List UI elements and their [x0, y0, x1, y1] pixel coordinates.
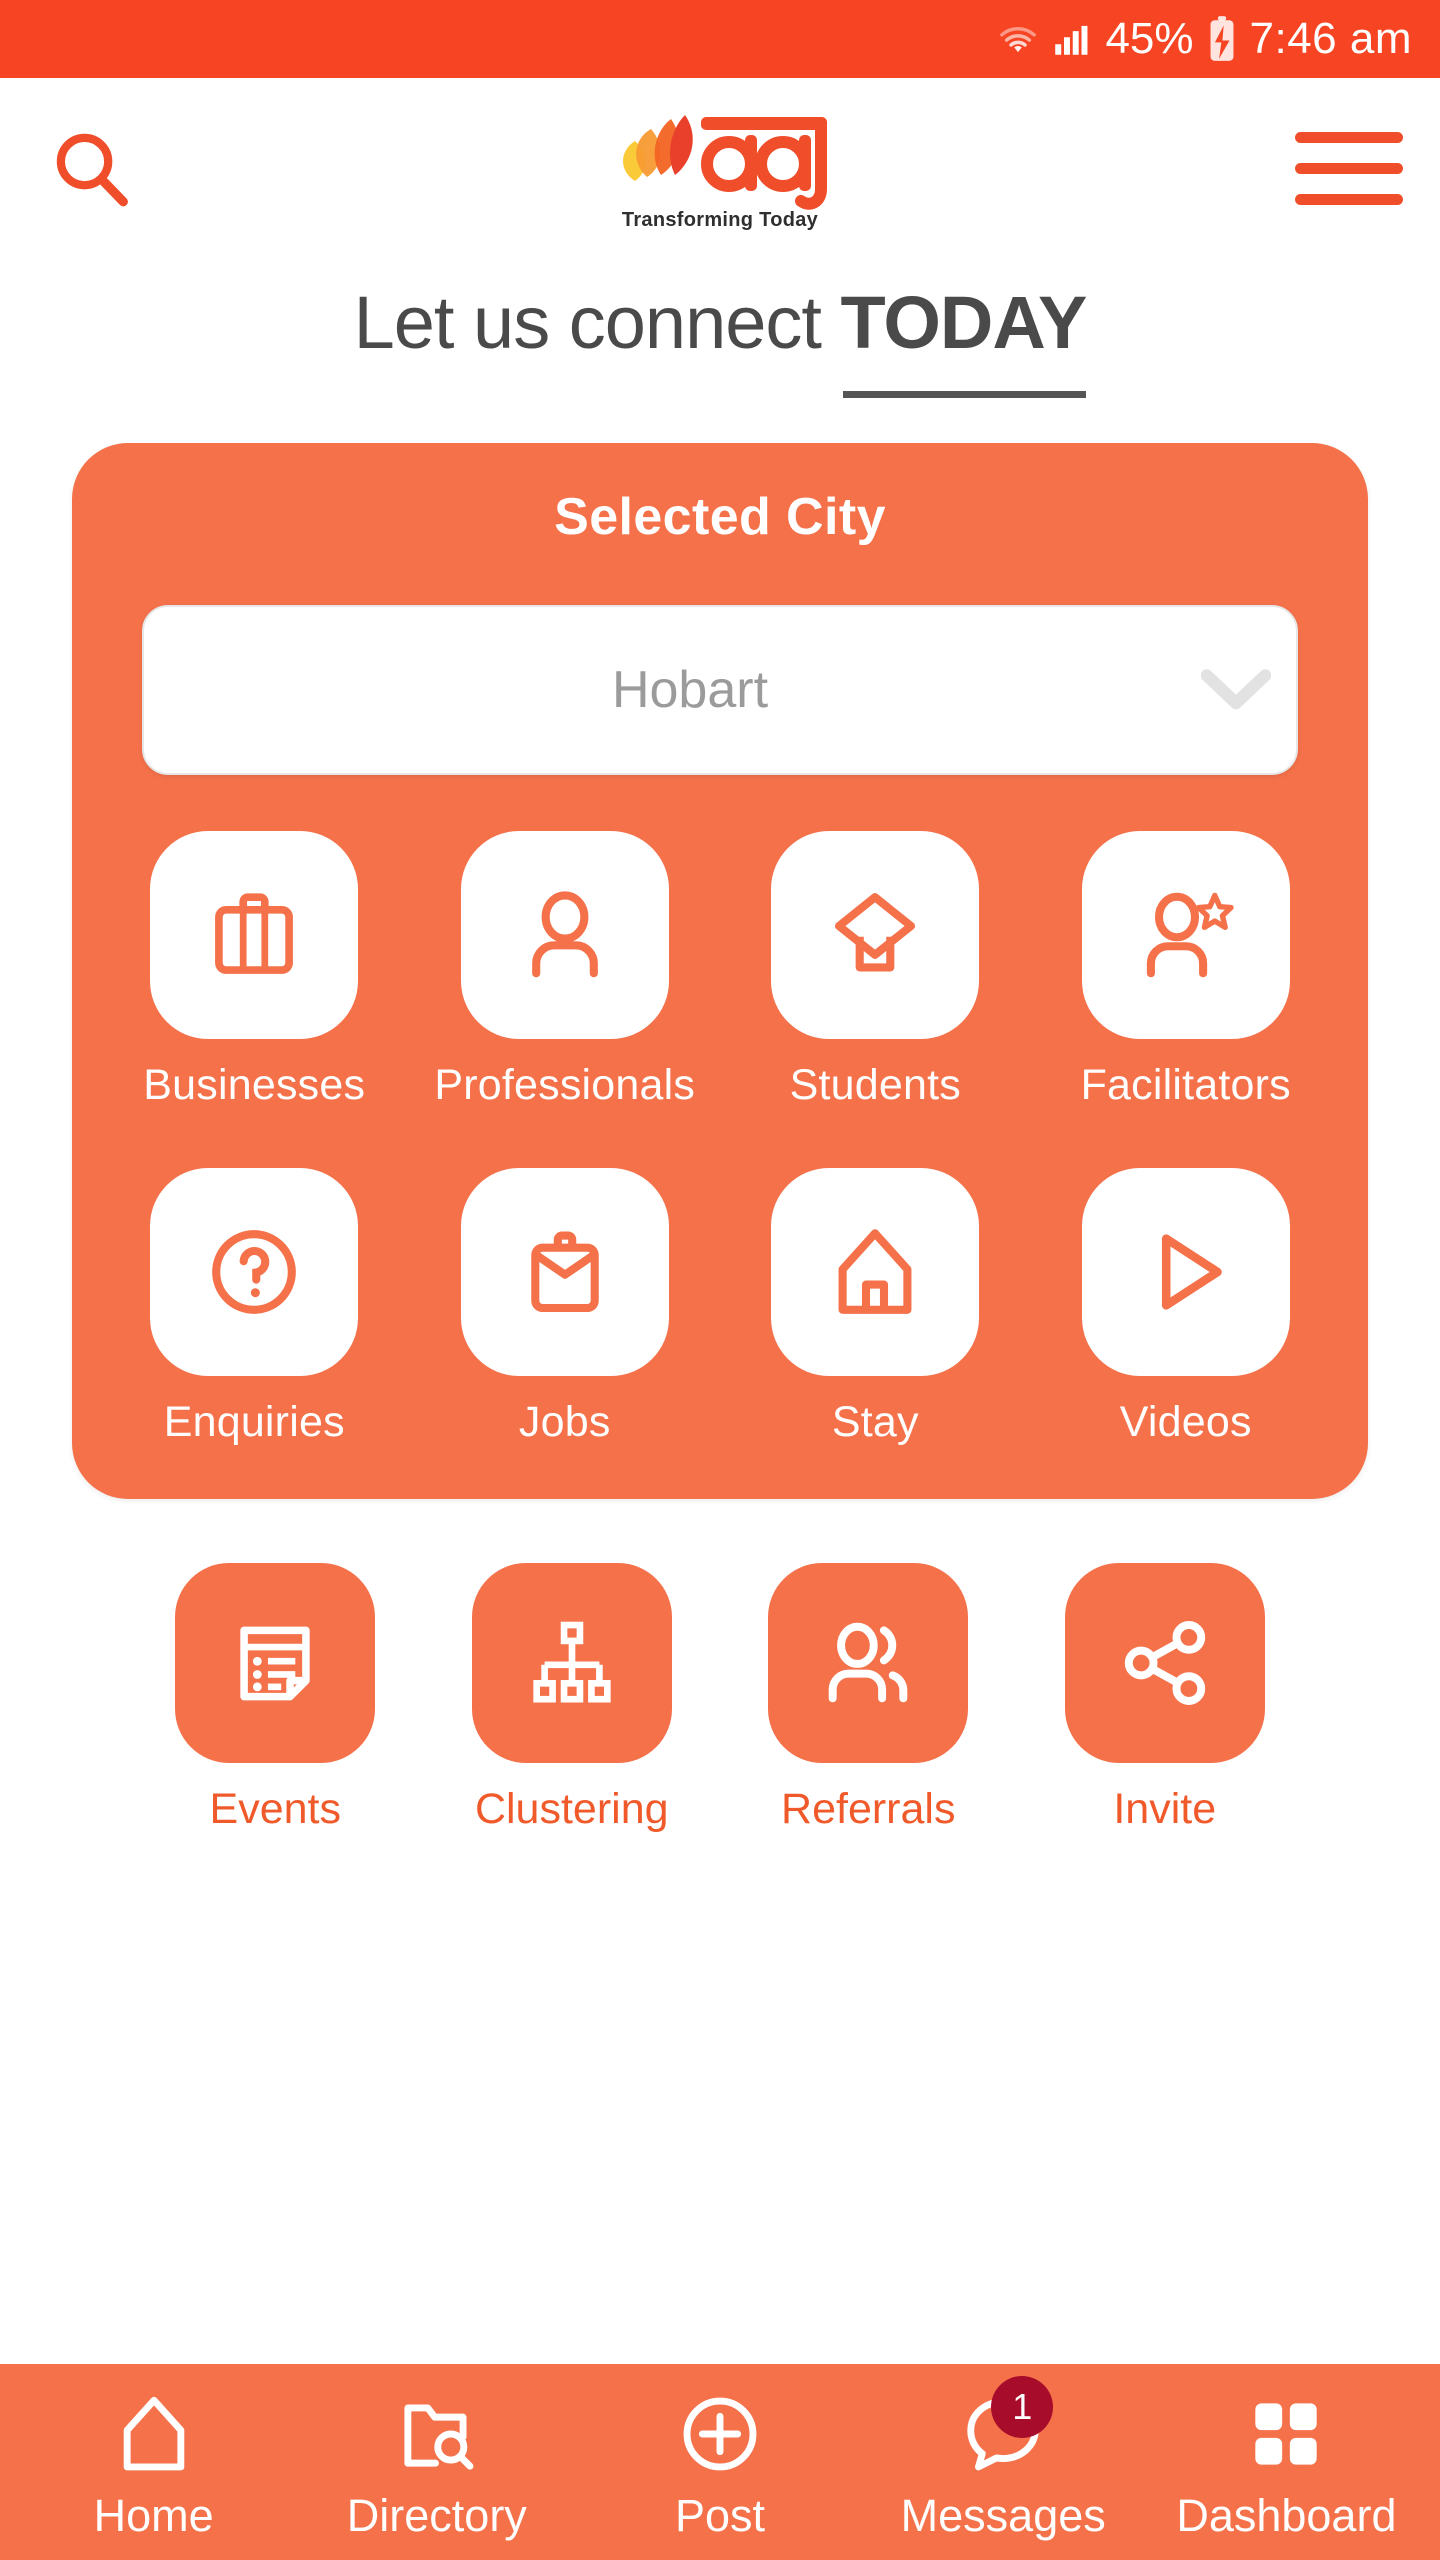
nav-icon-wrap [391, 2382, 483, 2486]
category-tile-box [771, 831, 980, 1039]
category-label: Students [789, 1061, 961, 1109]
selected-city-card: Selected City Hobart Businesses Professi… [72, 443, 1368, 1499]
home-outline-icon [123, 2396, 184, 2471]
org-chart-icon [533, 1621, 611, 1703]
category-tile-box [460, 1168, 669, 1376]
action-invite[interactable]: Invite [1026, 1563, 1305, 1834]
category-label: Stay [831, 1398, 919, 1446]
status-icons [995, 18, 1093, 60]
title-underline [842, 391, 1087, 398]
graduation-cap-icon [835, 893, 916, 972]
logo-tagline: Transforming Today [621, 208, 819, 231]
app-screen: 45% 7:46 am Transforming Today Let us co… [0, 0, 1440, 2560]
action-referrals[interactable]: Referrals [729, 1563, 1008, 1834]
nav-item-dashboard[interactable]: Dashboard [1145, 2382, 1428, 2542]
action-label: Invite [1113, 1785, 1217, 1833]
action-tile-box [1064, 1563, 1265, 1763]
folder-search-icon [404, 2404, 474, 2470]
category-tile-box [150, 1168, 359, 1376]
action-label: Referrals [781, 1785, 956, 1833]
nav-label: Post [674, 2490, 766, 2541]
nav-icon-wrap [1240, 2382, 1332, 2486]
nav-icon-wrap: 1 [957, 2376, 1054, 2486]
action-tile-box [768, 1563, 969, 1763]
nav-label: Home [93, 2490, 214, 2541]
battery-percent-label: 45% [1105, 14, 1194, 63]
page-title: Let us connect TODAY [0, 280, 1440, 398]
people-icon [828, 1622, 908, 1703]
status-bar: 45% 7:46 am [0, 0, 1440, 78]
job-bag-icon [531, 1231, 599, 1313]
action-tile-box [471, 1563, 672, 1763]
person-icon [531, 891, 598, 978]
action-label: Clustering [474, 1785, 669, 1833]
category-enquiries[interactable]: Enquiries [108, 1168, 401, 1447]
page-title-prefix: Let us connect [353, 281, 841, 364]
category-stay[interactable]: Stay [729, 1168, 1022, 1447]
question-circle-icon [212, 1230, 297, 1314]
category-label: Facilitators [1080, 1061, 1291, 1109]
messages-badge: 1 [991, 2376, 1054, 2438]
category-tile-box [460, 831, 669, 1039]
action-label: Events [209, 1785, 341, 1833]
search-button[interactable] [36, 113, 146, 223]
city-select-value: Hobart [611, 661, 769, 719]
category-facilitators[interactable]: Facilitators [1040, 831, 1333, 1110]
card-title: Selected City [554, 488, 886, 546]
person-star-icon [1146, 892, 1234, 978]
nav-item-directory[interactable]: Directory [295, 2382, 578, 2542]
category-label: Businesses [143, 1061, 366, 1109]
share-nodes-icon [1124, 1621, 1205, 1705]
category-businesses[interactable]: Businesses [108, 831, 401, 1110]
action-tile-box [175, 1563, 376, 1763]
category-label: Jobs [518, 1398, 611, 1446]
category-label: Professionals [434, 1061, 696, 1109]
page-title-emphasis: TODAY [841, 281, 1087, 398]
category-grid-row-1: Businesses Professionals Students Facili… [108, 831, 1332, 1110]
briefcase-icon [215, 893, 294, 974]
app-logo[interactable]: Transforming Today [605, 105, 835, 232]
category-professionals[interactable]: Professionals [419, 831, 712, 1110]
secondary-actions-row: Events Clustering Referrals Invite [136, 1563, 1304, 1834]
category-tile-box [150, 831, 359, 1039]
home-icon [838, 1229, 912, 1314]
nav-label: Messages [900, 2490, 1106, 2541]
plus-circle-icon [683, 2397, 757, 2471]
category-label: Videos [1119, 1398, 1252, 1446]
nav-item-home[interactable]: Home [12, 2382, 295, 2542]
city-select[interactable]: Hobart [142, 605, 1298, 775]
wifi-icon [1000, 27, 1037, 53]
cellular-signal-icon [1055, 25, 1088, 55]
menu-button[interactable] [1294, 113, 1404, 223]
nav-item-messages[interactable]: 1 Messages [862, 2376, 1145, 2542]
logo-graphic [605, 105, 835, 215]
category-tile-box [1081, 831, 1290, 1039]
grid-squares-icon [1255, 2403, 1318, 2465]
clock-label: 7:46 am [1249, 14, 1412, 63]
nav-icon-wrap [674, 2382, 766, 2486]
category-label: Enquiries [163, 1398, 345, 1446]
category-tile-box [1081, 1168, 1290, 1376]
category-jobs[interactable]: Jobs [419, 1168, 712, 1447]
nav-label: Dashboard [1176, 2490, 1397, 2541]
action-clustering[interactable]: Clustering [433, 1563, 712, 1834]
category-students[interactable]: Students [729, 831, 1022, 1110]
category-tile-box [771, 1168, 980, 1376]
aaj-logo-icon [623, 114, 827, 210]
nav-item-post[interactable]: Post [578, 2382, 861, 2542]
nav-icon-wrap [108, 2382, 200, 2486]
search-icon [56, 133, 128, 207]
category-grid-row-2: Enquiries Jobs Stay Videos [108, 1168, 1332, 1447]
nav-label: Directory [346, 2490, 527, 2541]
bottom-navigation: Home Directory Post 1 Messages Dashboard [0, 2364, 1440, 2560]
hamburger-menu-icon [1295, 131, 1403, 205]
chevron-down-icon [1176, 667, 1296, 713]
battery-charging-icon [1210, 16, 1233, 61]
note-list-icon [240, 1626, 310, 1701]
action-events[interactable]: Events [136, 1563, 415, 1834]
app-header: Transforming Today [0, 78, 1440, 258]
play-icon [1161, 1234, 1222, 1310]
category-videos[interactable]: Videos [1040, 1168, 1333, 1447]
